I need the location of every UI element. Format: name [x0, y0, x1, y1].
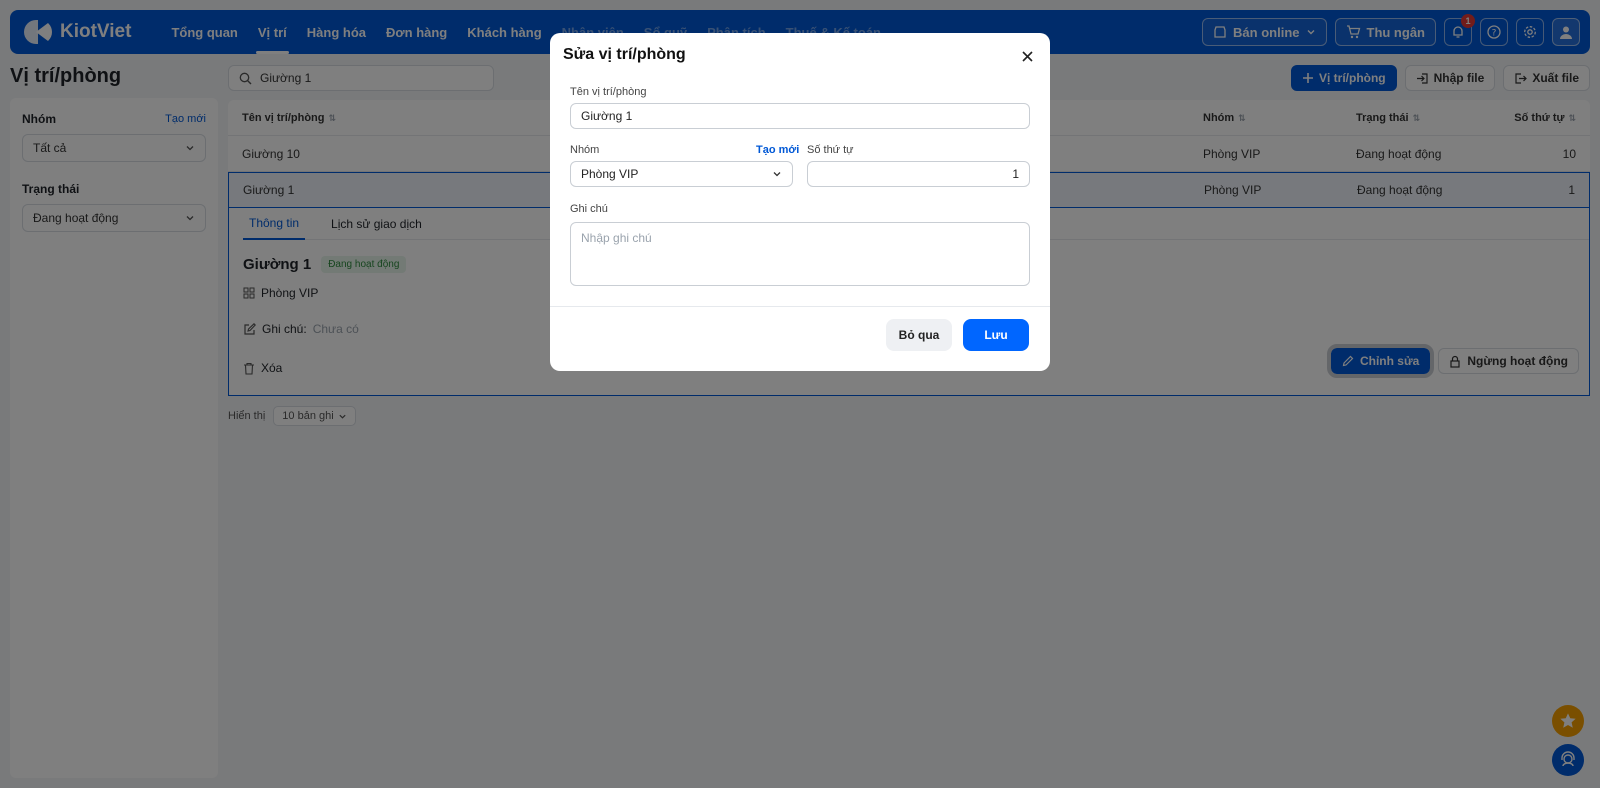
- modal-divider: [550, 306, 1050, 307]
- group-field-label: Nhóm: [570, 144, 600, 156]
- name-input[interactable]: Giường 1: [570, 103, 1030, 129]
- group-select-value: Phòng VIP: [581, 167, 639, 181]
- note-field-label: Ghi chú: [570, 203, 608, 215]
- note-placeholder: Nhập ghi chú: [581, 231, 652, 245]
- edit-location-modal: Sửa vị trí/phòng Tên vị trí/phòng Giường…: [550, 33, 1050, 371]
- chevron-down-icon: [773, 172, 781, 177]
- note-textarea[interactable]: Nhập ghi chú: [570, 222, 1030, 286]
- close-button[interactable]: [1018, 47, 1036, 65]
- name-input-value: Giường 1: [581, 109, 633, 123]
- order-input[interactable]: 1: [807, 161, 1030, 187]
- name-field-label: Tên vị trí/phòng: [570, 86, 647, 98]
- save-button[interactable]: Lưu: [963, 319, 1029, 351]
- order-input-value: 1: [1012, 167, 1019, 181]
- group-select[interactable]: Phòng VIP: [570, 161, 793, 187]
- close-icon: [1021, 50, 1033, 62]
- order-field-label: Số thứ tự: [807, 144, 854, 156]
- modal-title: Sửa vị trí/phòng: [563, 46, 686, 63]
- cancel-button[interactable]: Bỏ qua: [886, 319, 952, 351]
- group-create-link[interactable]: Tạo mới: [756, 144, 799, 156]
